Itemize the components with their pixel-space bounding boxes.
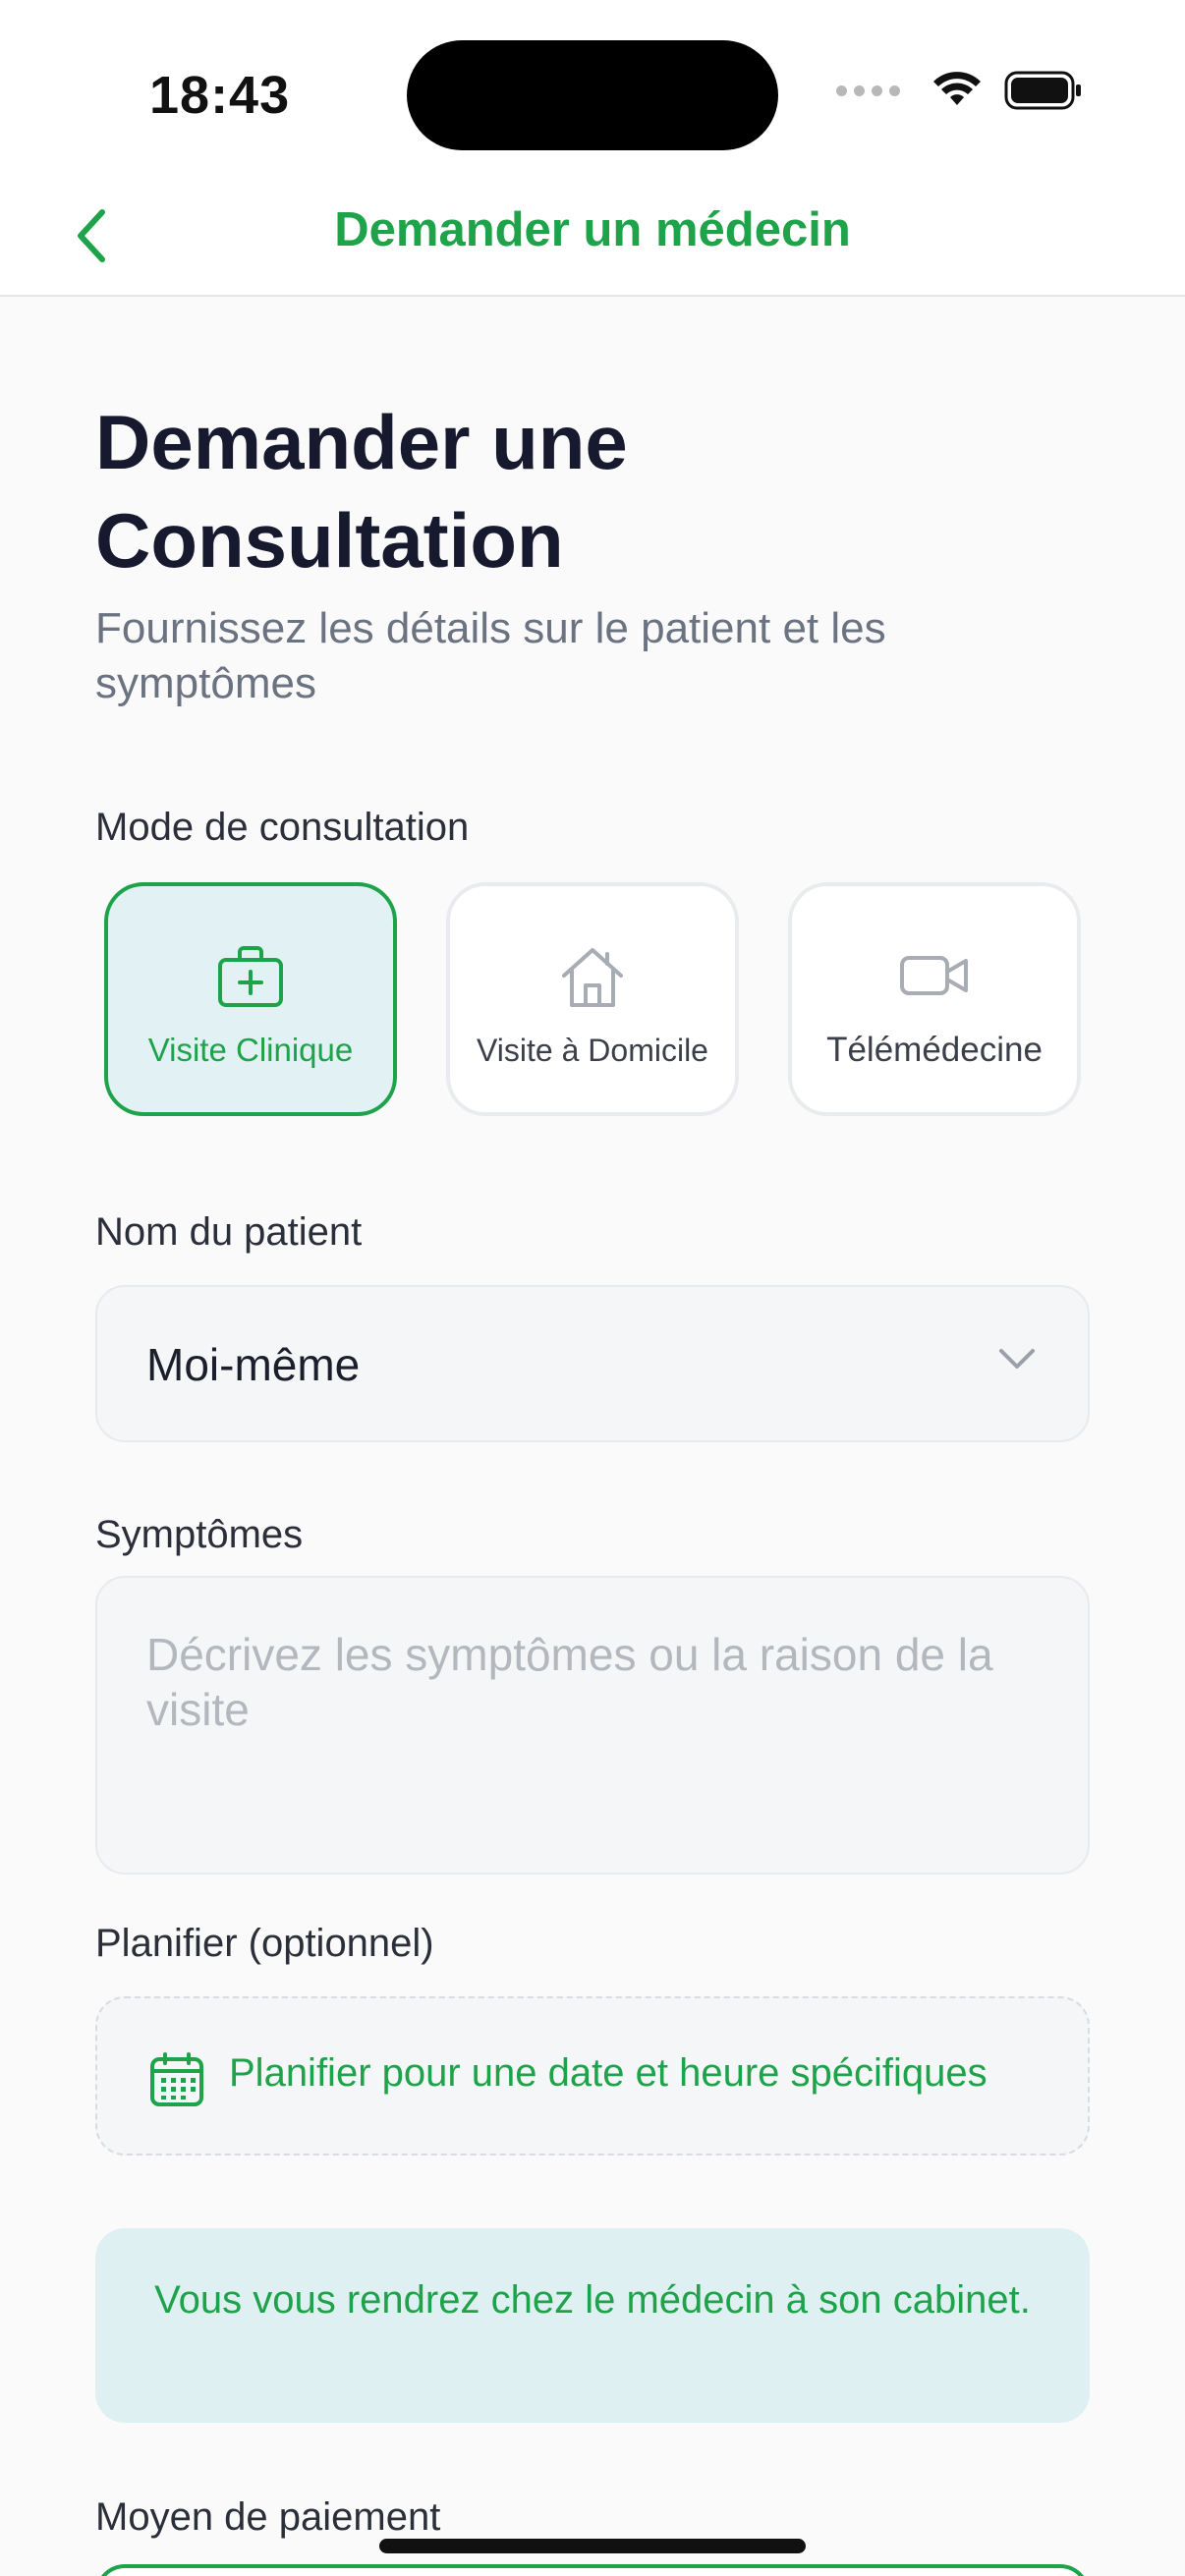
patient-select-value: Moi-même — [146, 1339, 361, 1390]
patient-select[interactable]: Moi-même — [95, 1285, 1090, 1442]
video-camera-icon — [899, 940, 970, 1011]
payment-method-option[interactable] — [95, 2564, 1090, 2576]
payment-method-label: Moyen de paiement — [95, 2495, 441, 2539]
battery-icon — [1004, 71, 1081, 110]
page-title: Demander une Consultation — [95, 399, 628, 584]
symptoms-textarea[interactable]: Décrivez les symptômes ou la raison de l… — [95, 1576, 1090, 1875]
medical-kit-icon — [216, 941, 285, 1012]
mode-option-home-visit[interactable]: Visite à Domicile — [446, 882, 739, 1116]
screen: 18:43 Demander un médecin Demander une C… — [0, 0, 1185, 2576]
cellular-signal-icon — [836, 84, 900, 96]
symptoms-placeholder: Décrivez les symptômes ou la raison de l… — [146, 1629, 993, 1735]
consultation-mode-label: Mode de consultation — [95, 806, 470, 849]
schedule-label: Planifier (optionnel) — [95, 1922, 434, 1965]
info-notice-text: Vous vous rendrez chez le médecin à son … — [154, 2278, 1031, 2322]
mode-option-telemedicine[interactable]: Télémédecine — [788, 882, 1081, 1116]
nav-title: Demander un médecin — [334, 203, 851, 256]
mode-option-label: Télémédecine — [826, 1031, 1043, 1069]
page-subtitle: Fournissez les détails sur le patient et… — [95, 604, 886, 707]
wifi-icon — [933, 72, 981, 105]
home-indicator — [379, 2539, 806, 2553]
patient-name-label: Nom du patient — [95, 1210, 363, 1254]
mode-option-label: Visite Clinique — [147, 1032, 354, 1068]
status-icons — [836, 71, 1083, 110]
mode-option-label: Visite à Domicile — [477, 1032, 708, 1068]
home-icon — [558, 942, 627, 1013]
status-bar: 18:43 — [0, 0, 1185, 177]
mode-option-clinic-visit[interactable]: Visite Clinique — [104, 882, 397, 1116]
info-notice: Vous vous rendrez chez le médecin à son … — [95, 2228, 1090, 2423]
status-time: 18:43 — [149, 66, 291, 125]
schedule-button-label: Planifier pour une date et heure spécifi… — [229, 2051, 988, 2095]
chevron-down-icon — [999, 1349, 1035, 1369]
dynamic-island — [407, 40, 778, 150]
schedule-button[interactable]: Planifier pour une date et heure spécifi… — [95, 1996, 1090, 2156]
calendar-icon — [150, 2052, 203, 2106]
symptoms-label: Symptômes — [95, 1513, 304, 1556]
navigation-bar: Demander un médecin — [0, 177, 1185, 297]
